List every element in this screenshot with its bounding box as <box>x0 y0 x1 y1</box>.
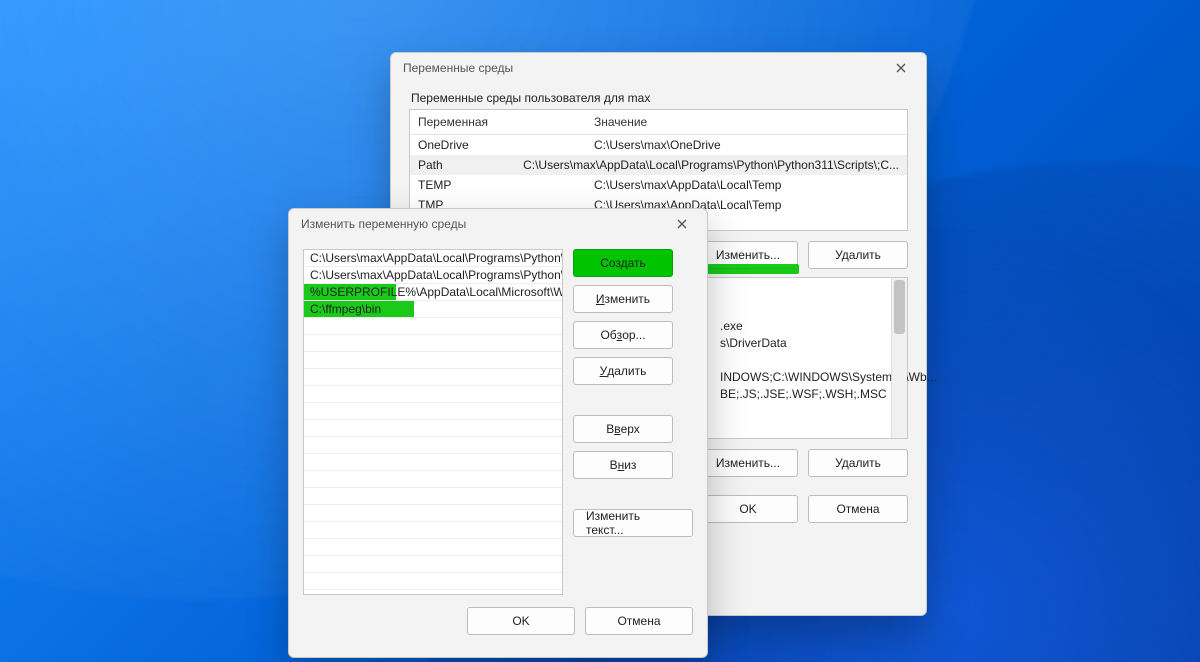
table-row[interactable]: OneDrive C:\Users\max\OneDrive <box>410 135 907 155</box>
user-vars-label: Переменные среды пользователя для max <box>411 91 908 105</box>
list-item[interactable]: %USERPROFILE%\AppData\Local\Microsoft\Wi… <box>304 284 562 301</box>
close-icon[interactable] <box>663 212 701 236</box>
titlebar[interactable]: Переменные среды <box>391 53 926 83</box>
highlight-marker <box>697 264 799 274</box>
sys-fragment: .exe <box>720 318 907 335</box>
close-icon[interactable] <box>882 56 920 80</box>
delete-button[interactable]: Удалить <box>808 241 908 269</box>
create-button[interactable]: Создать <box>573 249 673 277</box>
sys-fragment: INDOWS;C:\WINDOWS\System32\Wb... <box>720 369 907 386</box>
move-down-button[interactable]: Вниз <box>573 451 673 479</box>
ok-button[interactable]: OK <box>698 495 798 523</box>
scrollbar-thumb[interactable] <box>894 280 905 334</box>
sys-fragment: s\DriverData <box>720 335 907 352</box>
window-title: Изменить переменную среды <box>301 217 466 231</box>
sys-fragment: BE;.JS;.JSE;.WSF;.WSH;.MSC <box>720 386 907 403</box>
scrollbar[interactable] <box>891 278 907 438</box>
edit-button[interactable]: Изменить... <box>698 449 798 477</box>
edit-button[interactable]: Изменить <box>573 285 673 313</box>
col-value: Значение <box>586 110 655 134</box>
table-row[interactable]: TEMP C:\Users\max\AppData\Local\Temp <box>410 175 907 195</box>
cancel-button[interactable]: Отмена <box>585 607 693 635</box>
side-buttons: Создать Изменить Обзор... Удалить Вверх … <box>573 249 693 595</box>
cancel-button[interactable]: Отмена <box>808 495 908 523</box>
table-row[interactable]: Path C:\Users\max\AppData\Local\Programs… <box>410 155 907 175</box>
delete-button[interactable]: Удалить <box>573 357 673 385</box>
edit-path-dialog: Изменить переменную среды C:\Users\max\A… <box>288 208 708 658</box>
list-item[interactable]: C:\ffmpeg\bin <box>304 301 562 318</box>
edit-button[interactable]: Изменить... <box>698 241 798 269</box>
col-variable: Переменная <box>410 110 586 134</box>
path-list[interactable]: C:\Users\max\AppData\Local\Programs\Pyth… <box>303 249 563 595</box>
list-item[interactable]: C:\Users\max\AppData\Local\Programs\Pyth… <box>304 267 562 284</box>
ok-button[interactable]: OK <box>467 607 575 635</box>
browse-button[interactable]: Обзор... <box>573 321 673 349</box>
edit-text-button[interactable]: Изменить текст... <box>573 509 693 537</box>
delete-button[interactable]: Удалить <box>808 449 908 477</box>
dialog-footer: OK Отмена <box>289 595 707 649</box>
window-title: Переменные среды <box>403 61 513 75</box>
titlebar[interactable]: Изменить переменную среды <box>289 209 707 239</box>
move-up-button[interactable]: Вверх <box>573 415 673 443</box>
list-item[interactable]: C:\Users\max\AppData\Local\Programs\Pyth… <box>304 250 562 267</box>
